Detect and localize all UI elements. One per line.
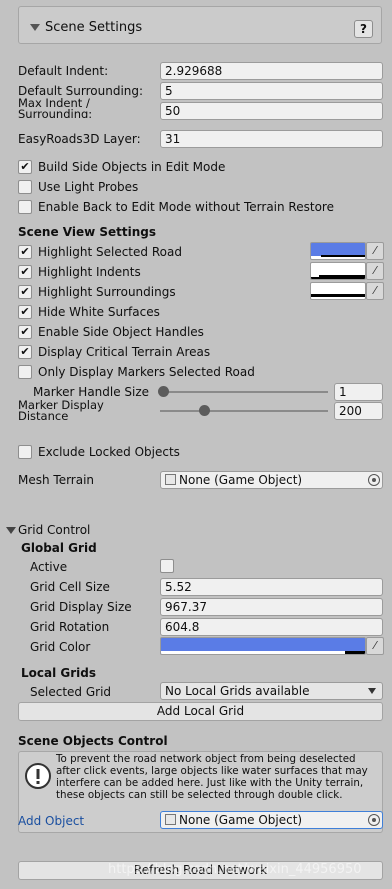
scene-objects-help-text: To prevent the road network object from … [56,753,368,801]
highlight-selected-road-color[interactable] [310,242,366,260]
highlight-indents-color[interactable] [310,262,366,280]
build-side-objects-label: Build Side Objects in Edit Mode [38,160,226,174]
build-side-objects-checkbox[interactable]: ✔ [18,160,32,174]
critical-terrain-checkbox[interactable]: ✔ [18,345,32,359]
watermark-text: https://blog.csdn.net/weixin_44956950 [108,862,362,877]
scene-settings-title: Scene Settings [45,20,143,35]
selected-grid-label: Selected Grid [30,685,112,699]
light-probes-checkbox[interactable] [18,180,32,194]
marker-handle-size-label: Marker Handle Size [33,385,150,399]
marker-display-distance-input[interactable]: 200 [334,402,383,420]
mesh-terrain-field[interactable]: None (Game Object) [160,471,383,489]
max-indent-input[interactable]: 50 [160,102,383,120]
add-object-value: None (Game Object) [179,813,303,827]
back-to-edit-checkbox[interactable] [18,200,32,214]
grid-foldout-arrow-icon[interactable] [6,527,16,534]
add-object-field[interactable]: None (Game Object) [160,811,383,829]
critical-terrain-label: Display Critical Terrain Areas [38,345,211,359]
layer-input[interactable]: 31 [160,130,383,148]
back-to-edit-label: Enable Back to Edit Mode without Terrain… [38,200,334,214]
marker-handle-size-input[interactable]: 1 [334,383,383,401]
grid-color-field[interactable] [160,637,366,655]
highlight-indents-label: Highlight Indents [38,265,141,279]
eyedropper-icon[interactable]: ⁄ [366,262,384,280]
layer-label: EasyRoads3D Layer: [18,132,141,146]
info-icon [25,763,51,789]
local-grids-heading: Local Grids [21,666,97,680]
object-picker-icon[interactable] [368,474,380,486]
highlight-selected-road-checkbox[interactable]: ✔ [18,245,32,259]
grid-cell-size-label: Grid Cell Size [30,580,110,594]
highlight-indents-checkbox[interactable]: ✔ [18,265,32,279]
add-object-label[interactable]: Add Object [18,814,84,828]
light-probes-label: Use Light Probes [38,180,139,194]
max-indent-label: Max Indent / Surrounding: [18,98,93,118]
highlight-surroundings-checkbox[interactable]: ✔ [18,285,32,299]
hide-white-surfaces-checkbox[interactable]: ✔ [18,305,32,319]
mesh-terrain-label: Mesh Terrain [18,473,95,487]
default-indent-label: Default Indent: [18,64,109,78]
grid-active-label: Active [30,560,68,574]
global-grid-heading: Global Grid [21,541,97,555]
add-local-grid-button[interactable]: Add Local Grid [18,702,383,721]
grid-active-checkbox[interactable] [160,559,174,573]
grid-control-title[interactable]: Grid Control [18,523,90,537]
default-indent-input[interactable]: 2.929688 [160,62,383,80]
highlight-selected-road-label: Highlight Selected Road [38,245,182,259]
selected-grid-dropdown[interactable]: No Local Grids available [160,682,383,700]
mesh-terrain-value: None (Game Object) [179,473,303,487]
cube-icon [165,474,176,485]
eyedropper-icon[interactable]: ⁄ [366,242,384,260]
grid-rotation-input[interactable]: 604.8 [160,618,383,636]
side-object-handles-label: Enable Side Object Handles [38,325,204,339]
slider-knob[interactable] [158,386,169,397]
default-surrounding-input[interactable]: 5 [160,82,383,100]
highlight-surroundings-color[interactable] [310,282,366,300]
object-picker-icon[interactable] [368,814,380,826]
scene-view-heading: Scene View Settings [18,225,156,239]
markers-selected-road-checkbox[interactable] [18,365,32,379]
marker-display-distance-slider[interactable] [160,410,328,412]
cube-icon [165,814,176,825]
grid-display-size-label: Grid Display Size [30,600,132,614]
foldout-arrow-icon[interactable] [30,24,40,31]
marker-display-distance-label: Marker Display Distance [18,400,104,422]
grid-color-label: Grid Color [30,640,91,654]
help-button[interactable]: ? [354,20,373,38]
exclude-locked-label: Exclude Locked Objects [38,445,180,459]
marker-handle-size-slider[interactable] [160,391,328,393]
eyedropper-icon[interactable]: ⁄ [366,637,384,655]
side-object-handles-checkbox[interactable]: ✔ [18,325,32,339]
default-surrounding-label: Default Surrounding: [18,84,144,98]
eyedropper-icon[interactable]: ⁄ [366,282,384,300]
grid-rotation-label: Grid Rotation [30,620,110,634]
grid-cell-size-input[interactable]: 5.52 [160,578,383,596]
slider-knob[interactable] [199,405,210,416]
exclude-locked-checkbox[interactable] [18,445,32,459]
chevron-down-icon [368,688,376,694]
hide-white-surfaces-label: Hide White Surfaces [38,305,160,319]
selected-grid-value: No Local Grids available [165,684,310,698]
highlight-surroundings-label: Highlight Surroundings [38,285,176,299]
grid-display-size-input[interactable]: 967.37 [160,598,383,616]
markers-selected-road-label: Only Display Markers Selected Road [38,365,255,379]
scene-objects-heading: Scene Objects Control [18,734,168,748]
